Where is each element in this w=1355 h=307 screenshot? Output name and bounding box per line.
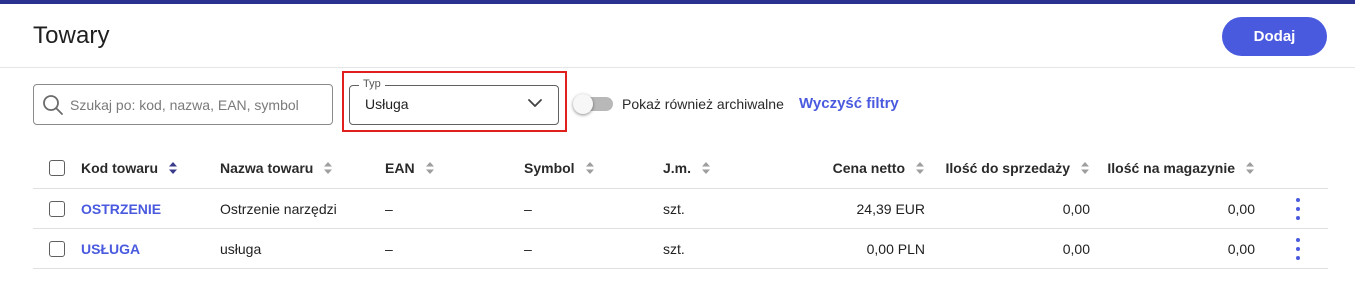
column-header-name[interactable]: Nazwa towaru: [220, 147, 333, 188]
page-title: Towary: [33, 22, 110, 49]
column-header-symbol[interactable]: Symbol: [524, 147, 595, 188]
type-select-value: Usługa: [365, 96, 409, 112]
chevron-down-icon[interactable]: [527, 97, 543, 109]
product-qty-stock: 0,00: [1227, 240, 1255, 257]
column-header-ean[interactable]: EAN: [385, 147, 435, 188]
sort-icon: [323, 161, 333, 175]
product-price: 0,00 PLN: [866, 240, 925, 257]
column-header-label: Ilość do sprzedaży: [945, 159, 1070, 176]
page-header: Towary Dodaj: [0, 4, 1355, 68]
column-header-label: EAN: [385, 159, 415, 176]
product-name: Ostrzenie narzędzi: [220, 200, 337, 217]
archive-toggle-knob[interactable]: [573, 94, 593, 114]
select-all-checkbox[interactable]: [49, 159, 65, 176]
column-header-label: J.m.: [663, 159, 692, 176]
column-header-unit[interactable]: J.m.: [663, 147, 711, 188]
table-row[interactable]: OSTRZENIE Ostrzenie narzędzi – – szt. 24…: [33, 189, 1328, 229]
column-header-label: Ilość na magazynie: [1107, 159, 1235, 176]
product-price: 24,39 EUR: [856, 200, 925, 217]
column-header-label: Cena netto: [832, 159, 905, 176]
product-unit: szt.: [663, 200, 685, 217]
column-header-code[interactable]: Kod towaru: [81, 147, 178, 188]
row-checkbox[interactable]: [49, 240, 65, 257]
column-header-price[interactable]: Cena netto: [773, 147, 925, 188]
product-qty-sale: 0,00: [1062, 240, 1090, 257]
sort-icon: [915, 161, 925, 175]
sort-icon: [701, 161, 711, 175]
product-ean: –: [385, 200, 393, 217]
product-symbol: –: [524, 200, 532, 217]
sort-icon: [1245, 161, 1255, 175]
product-ean: –: [385, 240, 393, 257]
column-header-label: Nazwa towaru: [220, 159, 314, 176]
clear-filters-link[interactable]: Wyczyść filtry: [799, 95, 899, 112]
type-select-label: Typ: [359, 78, 385, 90]
product-code-link[interactable]: OSTRZENIE: [81, 189, 161, 228]
table-header: Kod towaru Nazwa towaru EAN Symbol J.m. …: [33, 147, 1328, 189]
product-symbol: –: [524, 240, 532, 257]
table-row[interactable]: USŁUGA usługa – – szt. 0,00 PLN 0,00 0,0…: [33, 229, 1328, 269]
column-header-qty-sale[interactable]: Ilość do sprzedaży: [933, 147, 1090, 188]
sort-icon: [1080, 161, 1090, 175]
search-field[interactable]: [33, 84, 333, 125]
sort-icon: [168, 161, 178, 175]
column-header-label: Symbol: [524, 159, 575, 176]
product-qty-stock: 0,00: [1227, 200, 1255, 217]
search-icon: [43, 94, 63, 115]
more-vertical-icon[interactable]: [1292, 237, 1304, 260]
archive-toggle-label: Pokaż również archiwalne: [622, 96, 784, 112]
search-input[interactable]: [70, 96, 330, 113]
sort-icon: [585, 161, 595, 175]
column-header-label: Kod towaru: [81, 159, 158, 176]
product-code-link[interactable]: USŁUGA: [81, 229, 140, 268]
sort-icon: [425, 161, 435, 175]
row-checkbox[interactable]: [49, 200, 65, 217]
add-button[interactable]: Dodaj: [1222, 17, 1327, 56]
product-unit: szt.: [663, 240, 685, 257]
more-vertical-icon[interactable]: [1292, 197, 1304, 220]
product-name: usługa: [220, 240, 262, 257]
product-qty-sale: 0,00: [1062, 200, 1090, 217]
column-header-qty-stock[interactable]: Ilość na magazynie: [1098, 147, 1255, 188]
